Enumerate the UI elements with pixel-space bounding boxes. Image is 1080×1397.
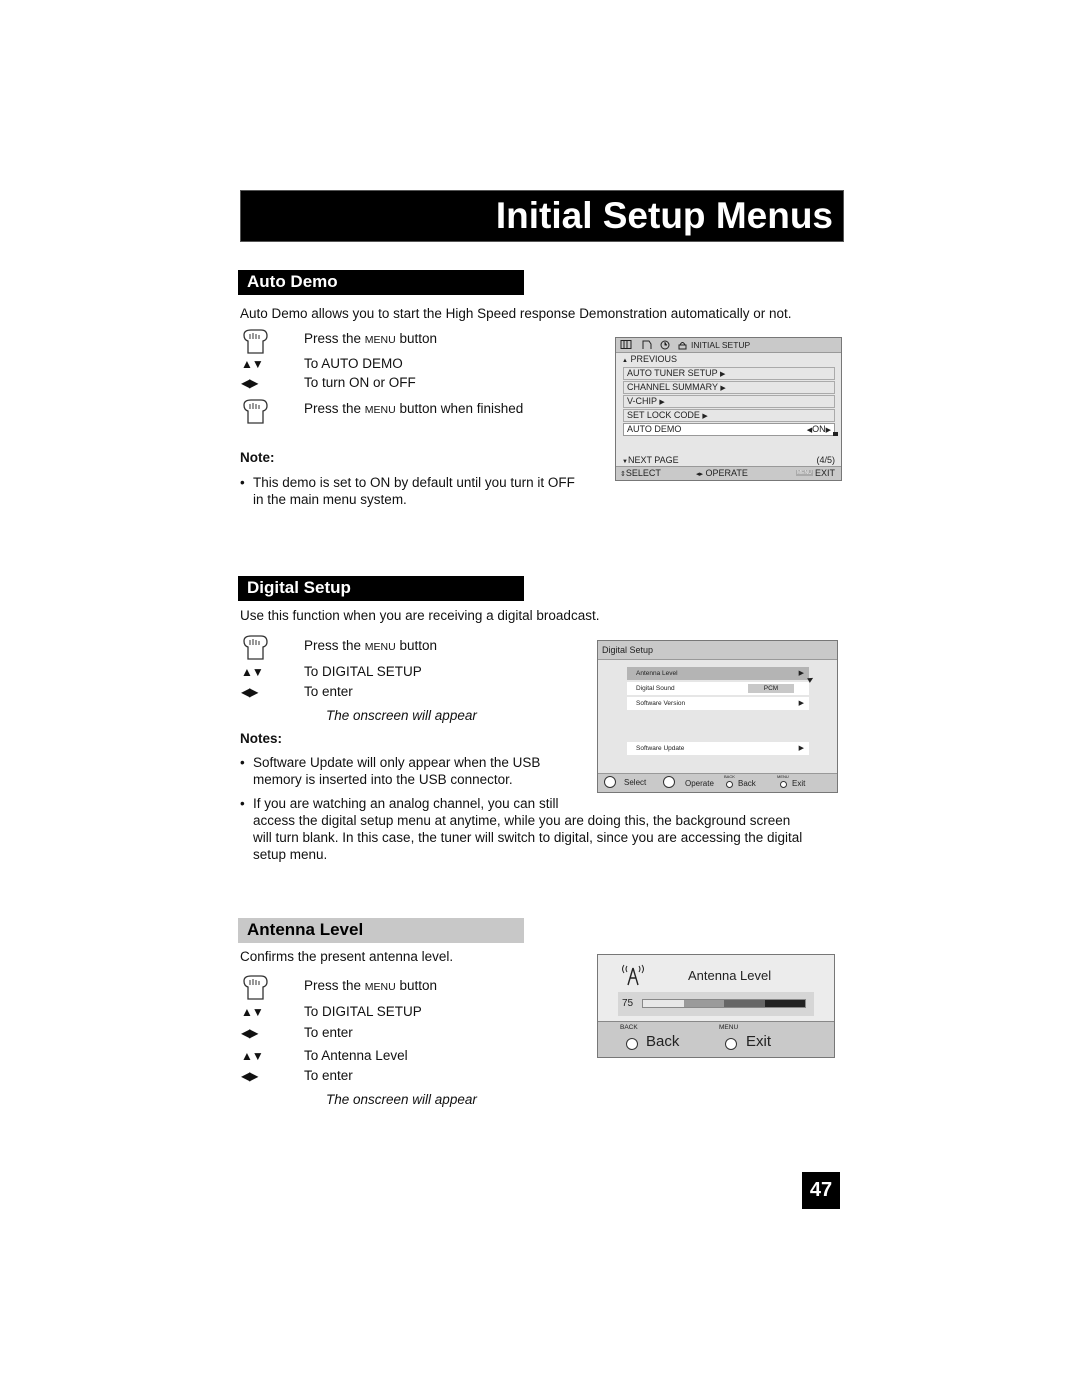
screen-footer: BACK Back MENU Exit bbox=[598, 1021, 834, 1057]
step-text: Press the Menu button when finished bbox=[304, 401, 524, 416]
menu-item-auto-tuner-setup[interactable]: AUTO TUNER SETUP ▶ bbox=[623, 367, 835, 380]
next-page-link[interactable]: ▼NEXT PAGE bbox=[622, 455, 679, 465]
up-down-arrows-icon: ▲▼ bbox=[241, 1005, 264, 1019]
menu-item-set-lock-code[interactable]: SET LOCK CODE ▶ bbox=[623, 409, 835, 422]
level-panel: 75 bbox=[618, 992, 814, 1016]
exit-hint: EXIT bbox=[814, 468, 835, 478]
up-down-arrows-icon: ▲▼ bbox=[241, 357, 264, 371]
antenna-level-screen: Antenna Level 75 BACK Back MENU Exit bbox=[597, 954, 835, 1058]
screen-footer: Select Operate BACK Back MENU Exit bbox=[598, 773, 837, 792]
back-button-icon[interactable] bbox=[626, 1038, 638, 1050]
left-right-arrows-icon: ◀▶ bbox=[241, 1026, 258, 1040]
cursor-icon bbox=[833, 432, 838, 436]
level-bar-segment bbox=[683, 1000, 724, 1007]
step-text: To Antenna Level bbox=[304, 1048, 408, 1063]
menu-tag: MENU bbox=[719, 1024, 739, 1031]
previous-link[interactable]: ▲ PREVIOUS bbox=[622, 354, 677, 364]
page-title: Initial Setup Menus bbox=[495, 195, 833, 236]
back-tag: BACK bbox=[620, 1024, 638, 1031]
page-number: 47 bbox=[802, 1172, 840, 1209]
initial-setup-screen: INITIAL SETUP ▲ PREVIOUS AUTO TUNER SETU… bbox=[615, 337, 842, 481]
screen-header: INITIAL SETUP bbox=[616, 338, 841, 353]
menu-tag: MENU bbox=[777, 774, 789, 779]
back-button-icon bbox=[726, 781, 733, 788]
step-text: Press the Menu button bbox=[304, 331, 437, 346]
digital-setup-screen: Digital Setup Antenna Level ▶ ▶ Digital S… bbox=[597, 640, 838, 793]
auto-demo-intro: Auto Demo allows you to start the High S… bbox=[240, 306, 792, 321]
note-label: Note: bbox=[240, 450, 275, 465]
auto-demo-value[interactable]: ◀ON▶ bbox=[807, 424, 831, 436]
menu-item-auto-demo[interactable]: AUTO DEMO ◀ON▶ bbox=[623, 423, 835, 436]
screen-header-title: INITIAL SETUP bbox=[691, 340, 751, 350]
step-text: To enter bbox=[304, 1068, 353, 1083]
note-item: • Software Update will only appear when … bbox=[240, 755, 541, 787]
screen-footer: ⇕SELECT ◂▸ OPERATE MENU EXIT bbox=[616, 466, 841, 480]
left-right-arrows-icon: ◀▶ bbox=[241, 685, 258, 699]
step-text: Press the Menu button bbox=[304, 638, 437, 653]
up-down-arrows-icon: ▲▼ bbox=[241, 665, 264, 679]
operate-hint: ◂▸ OPERATE bbox=[696, 468, 748, 478]
select-hint: ⇕SELECT bbox=[620, 468, 661, 478]
operate-hint: Operate bbox=[685, 779, 714, 788]
menu-item-channel-summary[interactable]: CHANNEL SUMMARY ▶ bbox=[623, 381, 835, 394]
select-dpad-icon bbox=[604, 776, 616, 788]
level-bar-segment bbox=[724, 1000, 765, 1007]
section-heading-auto-demo: Auto Demo bbox=[238, 270, 524, 295]
back-hint[interactable]: Back bbox=[646, 1033, 679, 1050]
menu-item-digital-sound[interactable]: Digital Sound PCM bbox=[627, 682, 809, 695]
step-text: Press the Menu button bbox=[304, 978, 437, 993]
digital-sound-value: PCM bbox=[748, 684, 794, 693]
menu-item-software-version[interactable]: Software Version ▶ bbox=[627, 697, 809, 710]
back-hint: Back bbox=[738, 779, 756, 788]
left-right-arrows-icon: ◀▶ bbox=[241, 376, 258, 390]
onscreen-note: The onscreen will appear bbox=[326, 708, 477, 723]
select-hint: Select bbox=[624, 778, 647, 787]
up-down-arrows-icon: ▲▼ bbox=[241, 1049, 264, 1063]
exit-button-icon[interactable] bbox=[725, 1038, 737, 1050]
screen-title: Antenna Level bbox=[688, 968, 772, 983]
exit-hint: Exit bbox=[792, 779, 806, 788]
level-bar-segment bbox=[764, 1000, 805, 1007]
notes-label: Notes: bbox=[240, 731, 283, 746]
menu-tab-icons bbox=[620, 340, 687, 350]
antenna-level-intro: Confirms the present antenna level. bbox=[240, 949, 454, 964]
section-heading-antenna-level: Antenna Level bbox=[238, 918, 524, 943]
menu-item-software-update[interactable]: Software Update ▶ bbox=[627, 742, 809, 755]
antenna-icon bbox=[622, 964, 644, 986]
menu-item-v-chip[interactable]: V-CHIP ▶ bbox=[623, 395, 835, 408]
step-text: To AUTO DEMO bbox=[304, 356, 403, 371]
step-text: To turn ON or OFF bbox=[304, 375, 416, 390]
hand-press-icon bbox=[243, 399, 268, 424]
step-text: To DIGITAL SETUP bbox=[304, 1004, 422, 1019]
exit-hint[interactable]: Exit bbox=[746, 1033, 771, 1050]
step-text: To enter bbox=[304, 684, 353, 699]
left-right-arrows-icon: ◀▶ bbox=[241, 1069, 258, 1083]
digital-setup-intro: Use this function when you are receiving… bbox=[240, 608, 600, 623]
step-text: To DIGITAL SETUP bbox=[304, 664, 422, 679]
hand-press-icon bbox=[243, 329, 268, 354]
page-title-bar: Initial Setup Menus bbox=[240, 190, 844, 242]
level-bar-segment bbox=[643, 1000, 684, 1007]
hand-press-icon bbox=[243, 635, 268, 660]
section-heading-digital-setup: Digital Setup bbox=[238, 576, 524, 601]
back-tag: BACK bbox=[724, 774, 735, 779]
menu-item-antenna-level[interactable]: Antenna Level ▶ bbox=[627, 667, 809, 680]
note-item: • If you are watching an analog channel,… bbox=[240, 796, 803, 862]
exit-button-icon bbox=[780, 781, 787, 788]
level-value: 75 bbox=[622, 998, 634, 1009]
menu-tag: MENU bbox=[796, 470, 813, 476]
hand-press-icon bbox=[243, 975, 268, 1000]
operate-dpad-icon bbox=[663, 776, 675, 788]
screen-header: Digital Setup bbox=[598, 641, 837, 660]
step-text: To enter bbox=[304, 1025, 353, 1040]
onscreen-note: The onscreen will appear bbox=[326, 1092, 477, 1107]
level-bar bbox=[642, 999, 806, 1008]
note-item: • This demo is set to ON by default unti… bbox=[240, 475, 575, 507]
page-indicator: (4/5) bbox=[816, 455, 835, 465]
